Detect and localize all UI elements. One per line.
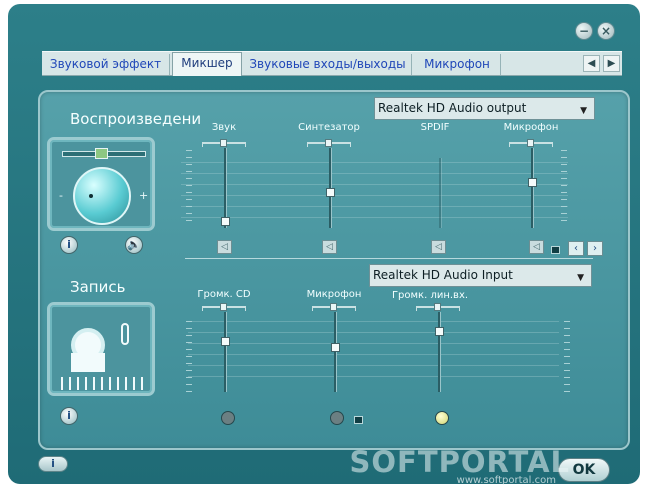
sound-waves	[61, 377, 145, 390]
playback-device-select[interactable]: Realtek HD Audio output ▼	[374, 97, 595, 120]
balance-knob[interactable]	[220, 303, 227, 311]
volume-ticks	[564, 321, 570, 393]
playback-device-label: Realtek HD Audio output	[378, 101, 527, 115]
balance-knob[interactable]	[220, 139, 227, 147]
volume-minus-label: -	[59, 189, 63, 202]
link-icon[interactable]: i	[60, 407, 78, 425]
playback-slider-track[interactable]	[531, 148, 534, 228]
balance-knob[interactable]	[325, 139, 332, 147]
recording-channel-label: Микрофон	[306, 289, 362, 300]
chevron-down-icon: ▼	[577, 273, 584, 283]
minimize-icon[interactable]: −	[575, 22, 593, 40]
advanced-toggle[interactable]	[551, 246, 560, 254]
chevron-right-icon[interactable]: ▶	[603, 55, 620, 72]
chevron-right-icon[interactable]: ›	[587, 241, 603, 256]
master-volume-knob[interactable]	[73, 167, 131, 225]
mute-button[interactable]: ◁	[431, 240, 446, 254]
playback-channel-label: Микрофон	[503, 122, 559, 133]
volume-plus-label: +	[139, 189, 149, 202]
person-body	[71, 353, 105, 372]
recording-grid	[188, 321, 559, 387]
volume-ticks	[561, 150, 567, 226]
tab-audio-io[interactable]: Звуковые входы/выходы	[244, 54, 412, 75]
record-indicator[interactable]	[221, 411, 235, 425]
playback-slider-track[interactable]	[224, 148, 227, 228]
volume-ticks	[186, 321, 192, 393]
tab-microphone[interactable]: Микрофон	[414, 54, 501, 75]
mixer-panel: Воспроизведени Realtek HD Audio output ▼…	[38, 90, 630, 450]
info-icon[interactable]: i	[38, 456, 68, 472]
balance-knob[interactable]	[434, 303, 441, 311]
master-volume-box: - +	[47, 137, 155, 231]
recording-slider-track[interactable]	[438, 312, 441, 392]
recording-device-select[interactable]: Realtek HD Audio Input ▼	[369, 264, 592, 287]
spdif-track	[439, 158, 442, 228]
recording-slider-thumb[interactable]	[331, 343, 340, 352]
microphone-icon	[121, 323, 129, 345]
balance-knob[interactable]	[330, 303, 337, 311]
balance-thumb[interactable]	[95, 148, 108, 159]
volume-ticks	[186, 150, 192, 226]
recording-channel-label: Громк. лин.вх.	[391, 290, 469, 301]
knob-indicator	[89, 194, 93, 198]
playback-channel-label: Синтезатор	[298, 122, 360, 133]
chevron-down-icon: ▼	[580, 106, 587, 116]
advanced-toggle[interactable]	[354, 416, 363, 424]
mute-button[interactable]: ◁	[322, 240, 337, 254]
playback-slider-thumb[interactable]	[528, 178, 537, 187]
playback-channel-label: Звук	[211, 122, 237, 133]
recording-slider-track[interactable]	[224, 312, 227, 392]
tab-bar: Звуковой эффект Микшер Звуковые входы/вы…	[42, 51, 622, 76]
recording-slider-track[interactable]	[334, 312, 337, 392]
playback-slider-thumb[interactable]	[221, 217, 230, 226]
link-icon[interactable]: i	[60, 236, 78, 254]
tab-mixer[interactable]: Микшер	[172, 52, 242, 76]
mute-button[interactable]: ◁	[217, 240, 232, 254]
tab-sound-effect[interactable]: Звуковой эффект	[42, 54, 170, 75]
balance-knob[interactable]	[527, 139, 534, 147]
recording-slider-thumb[interactable]	[435, 327, 444, 336]
watermark-brand: SOFTPORTAL	[349, 445, 570, 479]
title-bar: − ×	[8, 4, 640, 46]
close-icon[interactable]: ×	[597, 22, 615, 40]
recording-device-label: Realtek HD Audio Input	[373, 268, 513, 282]
chevron-left-icon[interactable]: ‹	[568, 241, 584, 256]
recording-title: Запись	[70, 278, 126, 296]
record-indicator-active[interactable]	[435, 411, 449, 425]
recording-slider-thumb[interactable]	[221, 337, 230, 346]
speaker-icon[interactable]: 🔈	[125, 236, 143, 254]
playback-grid	[181, 162, 568, 226]
recording-channel-label: Громк. CD	[197, 289, 251, 300]
chevron-left-icon[interactable]: ◀	[583, 55, 600, 72]
section-divider	[185, 258, 593, 259]
mute-button[interactable]: ◁	[529, 240, 544, 254]
recording-box	[47, 302, 155, 396]
watermark-site: www.softportal.com	[456, 475, 556, 486]
playback-channel-label: SPDIF	[420, 122, 450, 133]
record-indicator[interactable]	[330, 411, 344, 425]
playback-slider-thumb[interactable]	[326, 188, 335, 197]
audio-manager-window: − × Звуковой эффект Микшер Звуковые вход…	[8, 4, 640, 486]
